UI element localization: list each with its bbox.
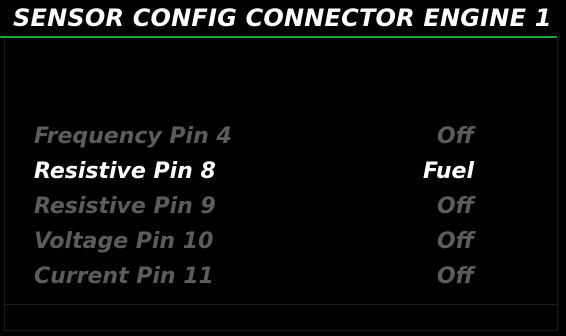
list-item-label: Resistive Pin 9 — [34, 194, 216, 219]
footer-divider — [5, 304, 557, 305]
list-item-frequency-pin-4[interactable]: Frequency Pin 4 Off — [0, 120, 566, 154]
list-item-value: Off — [436, 194, 474, 219]
list-item-value: Fuel — [422, 159, 474, 184]
list-item-label: Frequency Pin 4 — [34, 124, 232, 149]
list-item-value: Off — [436, 124, 474, 149]
list-item-voltage-pin-10[interactable]: Voltage Pin 10 Off — [0, 225, 566, 259]
list-item-resistive-pin-9[interactable]: Resistive Pin 9 Off — [0, 190, 566, 224]
list-item-value: Off — [436, 264, 474, 289]
list-item-value: Off — [436, 229, 474, 254]
header-bar: SENSOR CONFIG CONNECTOR ENGINE 1 — [0, 0, 566, 37]
list-item-current-pin-11[interactable]: Current Pin 11 Off — [0, 260, 566, 294]
page-title: SENSOR CONFIG CONNECTOR ENGINE 1 — [13, 4, 552, 32]
list-item-resistive-pin-8[interactable]: Resistive Pin 8 Fuel — [0, 155, 566, 189]
list-item-label: Current Pin 11 — [34, 264, 214, 289]
sensor-config-screen: SENSOR CONFIG CONNECTOR ENGINE 1 Frequen… — [0, 0, 566, 336]
list-item-label: Resistive Pin 8 — [34, 159, 216, 184]
list-item-label: Voltage Pin 10 — [34, 229, 214, 254]
